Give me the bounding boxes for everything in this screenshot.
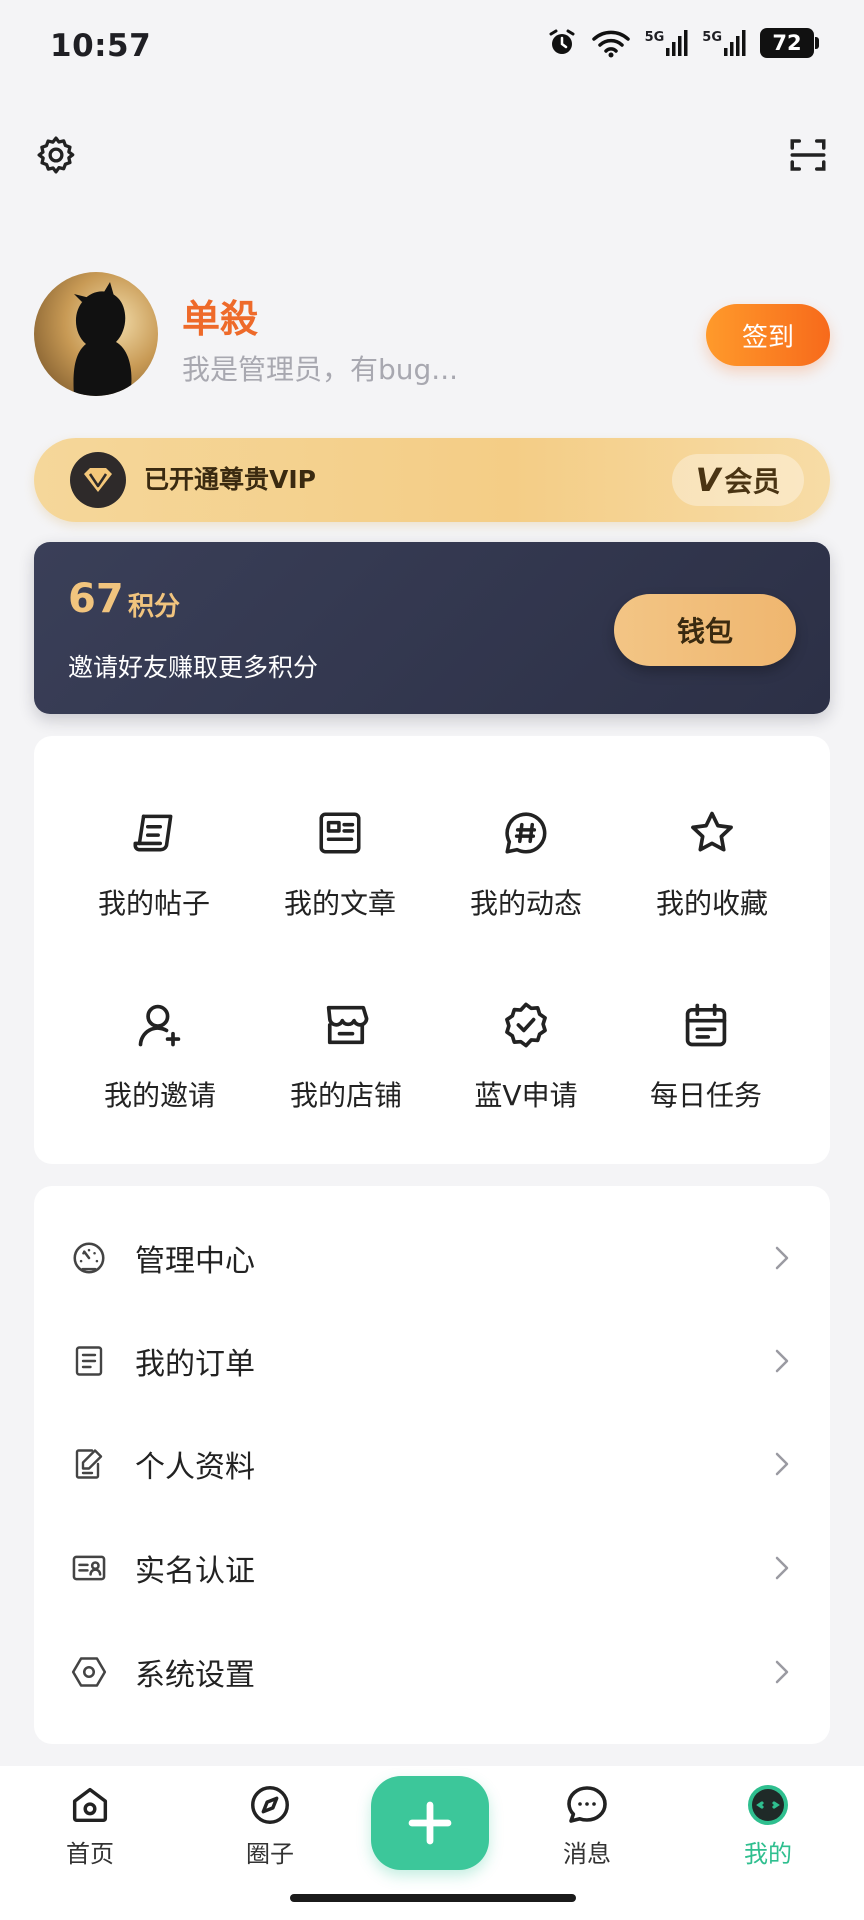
vip-diamond-icon	[70, 452, 126, 508]
username[interactable]: 单殺	[182, 288, 258, 343]
wifi-icon	[591, 30, 630, 58]
invite-user-icon	[133, 998, 187, 1052]
wallet-button[interactable]: 钱包	[614, 594, 796, 666]
bottom-tab-bar: 首页 圈子 消息 我的	[0, 1766, 864, 1920]
home-icon	[65, 1780, 115, 1830]
grid-item-my-favorites[interactable]: 我的收藏	[622, 806, 802, 922]
vip-member-tag: V 会员	[672, 454, 804, 506]
grid-item-label: 我的收藏	[655, 887, 768, 920]
star-icon	[685, 806, 739, 860]
compass-icon	[245, 1780, 295, 1830]
feature-grid: 我的帖子 我的文章 我的动态 我的收藏 我的邀请 我的店铺 蓝V申请 每日任务	[34, 736, 830, 1164]
tab-messages[interactable]: 消息	[527, 1780, 647, 1869]
signal-5g-1: 5G	[645, 30, 689, 56]
tab-circles[interactable]: 圈子	[210, 1780, 330, 1869]
signal-bars-icon	[724, 30, 746, 56]
tab-label: 消息	[563, 1840, 611, 1868]
tab-label: 首页	[66, 1840, 114, 1868]
grid-item-label: 我的帖子	[97, 887, 210, 920]
profile-face-icon	[743, 1780, 793, 1830]
menu-item-label: 我的订单	[135, 1347, 255, 1382]
grid-item-label: 每日任务	[649, 1079, 762, 1112]
points-subtitle: 邀请好友赚取更多积分	[68, 653, 319, 682]
grid-item-my-invites[interactable]: 我的邀请	[70, 998, 250, 1114]
grid-item-my-store[interactable]: 我的店铺	[256, 998, 436, 1114]
avatar-silhouette	[73, 282, 132, 396]
points-card: 67 积分 邀请好友赚取更多积分 钱包	[34, 542, 830, 714]
signal-5g-2: 5G	[702, 30, 746, 56]
hex-settings-icon	[70, 1653, 108, 1691]
id-card-icon	[70, 1549, 108, 1587]
chevron-right-icon	[775, 1246, 789, 1270]
scan-button[interactable]	[785, 132, 831, 178]
settings-menu: 管理中心 我的订单 个人资料 实名认证 系统设置	[34, 1186, 830, 1744]
store-icon	[319, 998, 373, 1052]
points-unit: 积分	[128, 592, 181, 622]
user-bio: 我是管理员，有bug...	[182, 353, 458, 386]
chevron-right-icon	[775, 1556, 789, 1580]
tab-label: 我的	[744, 1840, 792, 1868]
menu-item-admin-center[interactable]: 管理中心	[34, 1208, 830, 1308]
menu-item-real-name-verification[interactable]: 实名认证	[34, 1518, 830, 1618]
vip-v-logo: V	[695, 461, 721, 499]
grid-item-daily-tasks[interactable]: 每日任务	[616, 998, 796, 1114]
create-post-button[interactable]	[371, 1776, 489, 1870]
vip-tag-label: 会员	[724, 465, 781, 498]
gear-icon	[37, 136, 75, 174]
order-icon	[70, 1342, 108, 1380]
menu-item-system-settings[interactable]: 系统设置	[34, 1622, 830, 1722]
grid-item-bluev-apply[interactable]: 蓝V申请	[436, 998, 616, 1114]
plus-icon	[408, 1801, 452, 1845]
avatar[interactable]	[34, 272, 158, 396]
status-time: 10:57	[50, 28, 152, 64]
alarm-icon	[549, 29, 575, 54]
chevron-right-icon	[775, 1660, 789, 1684]
tab-home[interactable]: 首页	[30, 1780, 150, 1869]
vip-status-text: 已开通尊贵VIP	[144, 465, 316, 494]
article-icon	[313, 806, 367, 860]
grid-item-label: 蓝V申请	[474, 1079, 578, 1112]
battery-indicator: 72	[760, 28, 819, 58]
menu-item-my-orders[interactable]: 我的订单	[34, 1311, 830, 1411]
grid-item-label: 我的邀请	[103, 1079, 216, 1112]
tab-me[interactable]: 我的	[708, 1780, 828, 1869]
grid-item-label: 我的文章	[283, 887, 396, 920]
home-indicator[interactable]	[290, 1894, 576, 1902]
calendar-task-icon	[679, 998, 733, 1052]
network-label-2: 5G	[702, 30, 722, 45]
chevron-right-icon	[775, 1452, 789, 1476]
checkin-button[interactable]: 签到	[706, 304, 830, 366]
tab-label: 圈子	[246, 1840, 294, 1868]
grid-item-my-posts[interactable]: 我的帖子	[64, 806, 244, 922]
vip-banner[interactable]: 已开通尊贵VIP V 会员	[34, 438, 830, 522]
status-icons: 5G 5G 72	[547, 28, 819, 58]
dashboard-icon	[70, 1239, 108, 1277]
menu-item-profile-info[interactable]: 个人资料	[34, 1414, 830, 1514]
posts-icon	[127, 806, 181, 860]
grid-item-my-articles[interactable]: 我的文章	[250, 806, 430, 922]
settings-button[interactable]	[33, 132, 79, 178]
chevron-right-icon	[775, 1349, 789, 1373]
verified-badge-icon	[499, 998, 553, 1052]
network-label-1: 5G	[644, 30, 665, 45]
menu-item-label: 管理中心	[135, 1244, 255, 1279]
points-value: 67	[68, 576, 124, 622]
menu-item-label: 实名认证	[135, 1554, 255, 1589]
menu-item-label: 个人资料	[135, 1450, 255, 1485]
edit-profile-icon	[70, 1445, 108, 1483]
grid-item-label: 我的动态	[469, 887, 582, 920]
menu-item-label: 系统设置	[135, 1658, 255, 1693]
chat-icon	[562, 1780, 612, 1830]
grid-item-my-moments[interactable]: 我的动态	[436, 806, 616, 922]
hashtag-icon	[499, 806, 553, 860]
scan-icon	[790, 139, 826, 171]
grid-item-label: 我的店铺	[289, 1079, 402, 1112]
signal-bars-icon	[666, 30, 688, 56]
